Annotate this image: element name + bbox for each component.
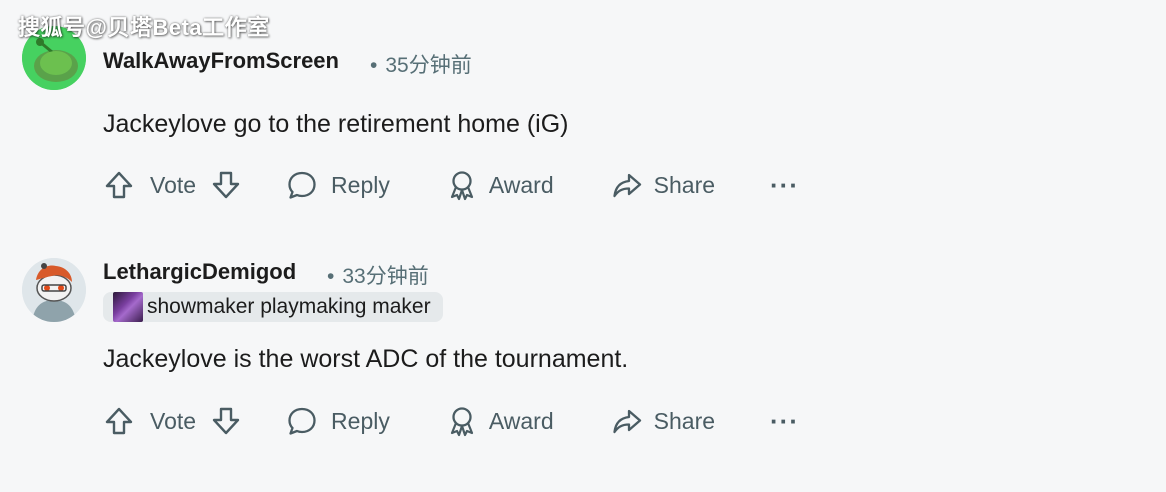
award-button[interactable]: Award bbox=[446, 405, 554, 437]
downvote-button[interactable] bbox=[210, 405, 242, 437]
comment-actions: Vote Reply Award Share ··· bbox=[103, 401, 799, 441]
share-arrow-icon bbox=[612, 409, 641, 434]
arrow-up-icon bbox=[105, 407, 133, 435]
avatar[interactable] bbox=[22, 258, 86, 322]
comment-2: LethargicDemigod • 33分钟前 showmaker playma… bbox=[0, 0, 1166, 492]
share-button[interactable]: Share bbox=[611, 405, 715, 437]
user-flair: showmaker playmaking maker bbox=[103, 292, 443, 322]
timestamp: 33分钟前 bbox=[342, 265, 429, 288]
flair-text: showmaker playmaking maker bbox=[147, 295, 431, 318]
upvote-button[interactable] bbox=[103, 405, 135, 437]
comment-meta: • 33分钟前 bbox=[327, 260, 429, 290]
share-label: Share bbox=[653, 407, 716, 434]
username[interactable]: LethargicDemigod bbox=[103, 259, 296, 285]
reply-label: Reply bbox=[331, 407, 390, 434]
arrow-down-icon bbox=[212, 407, 240, 435]
more-options-button[interactable]: ··· bbox=[770, 406, 799, 437]
award-ribbon-icon bbox=[450, 407, 473, 437]
watermark: 搜狐号@贝塔Beta工作室 bbox=[18, 15, 270, 40]
vote-label: Vote bbox=[150, 407, 197, 434]
separator-dot: • bbox=[327, 265, 335, 288]
flair-emblem-icon bbox=[113, 292, 143, 322]
more-dots-icon: ··· bbox=[770, 405, 799, 436]
comment-body: Jackeylove is the worst ADC of the tourn… bbox=[103, 345, 629, 373]
reply-button[interactable]: Reply bbox=[286, 405, 390, 437]
snoo-avatar-icon bbox=[22, 258, 86, 322]
award-label: Award bbox=[488, 407, 554, 434]
speech-bubble-icon bbox=[288, 407, 316, 435]
